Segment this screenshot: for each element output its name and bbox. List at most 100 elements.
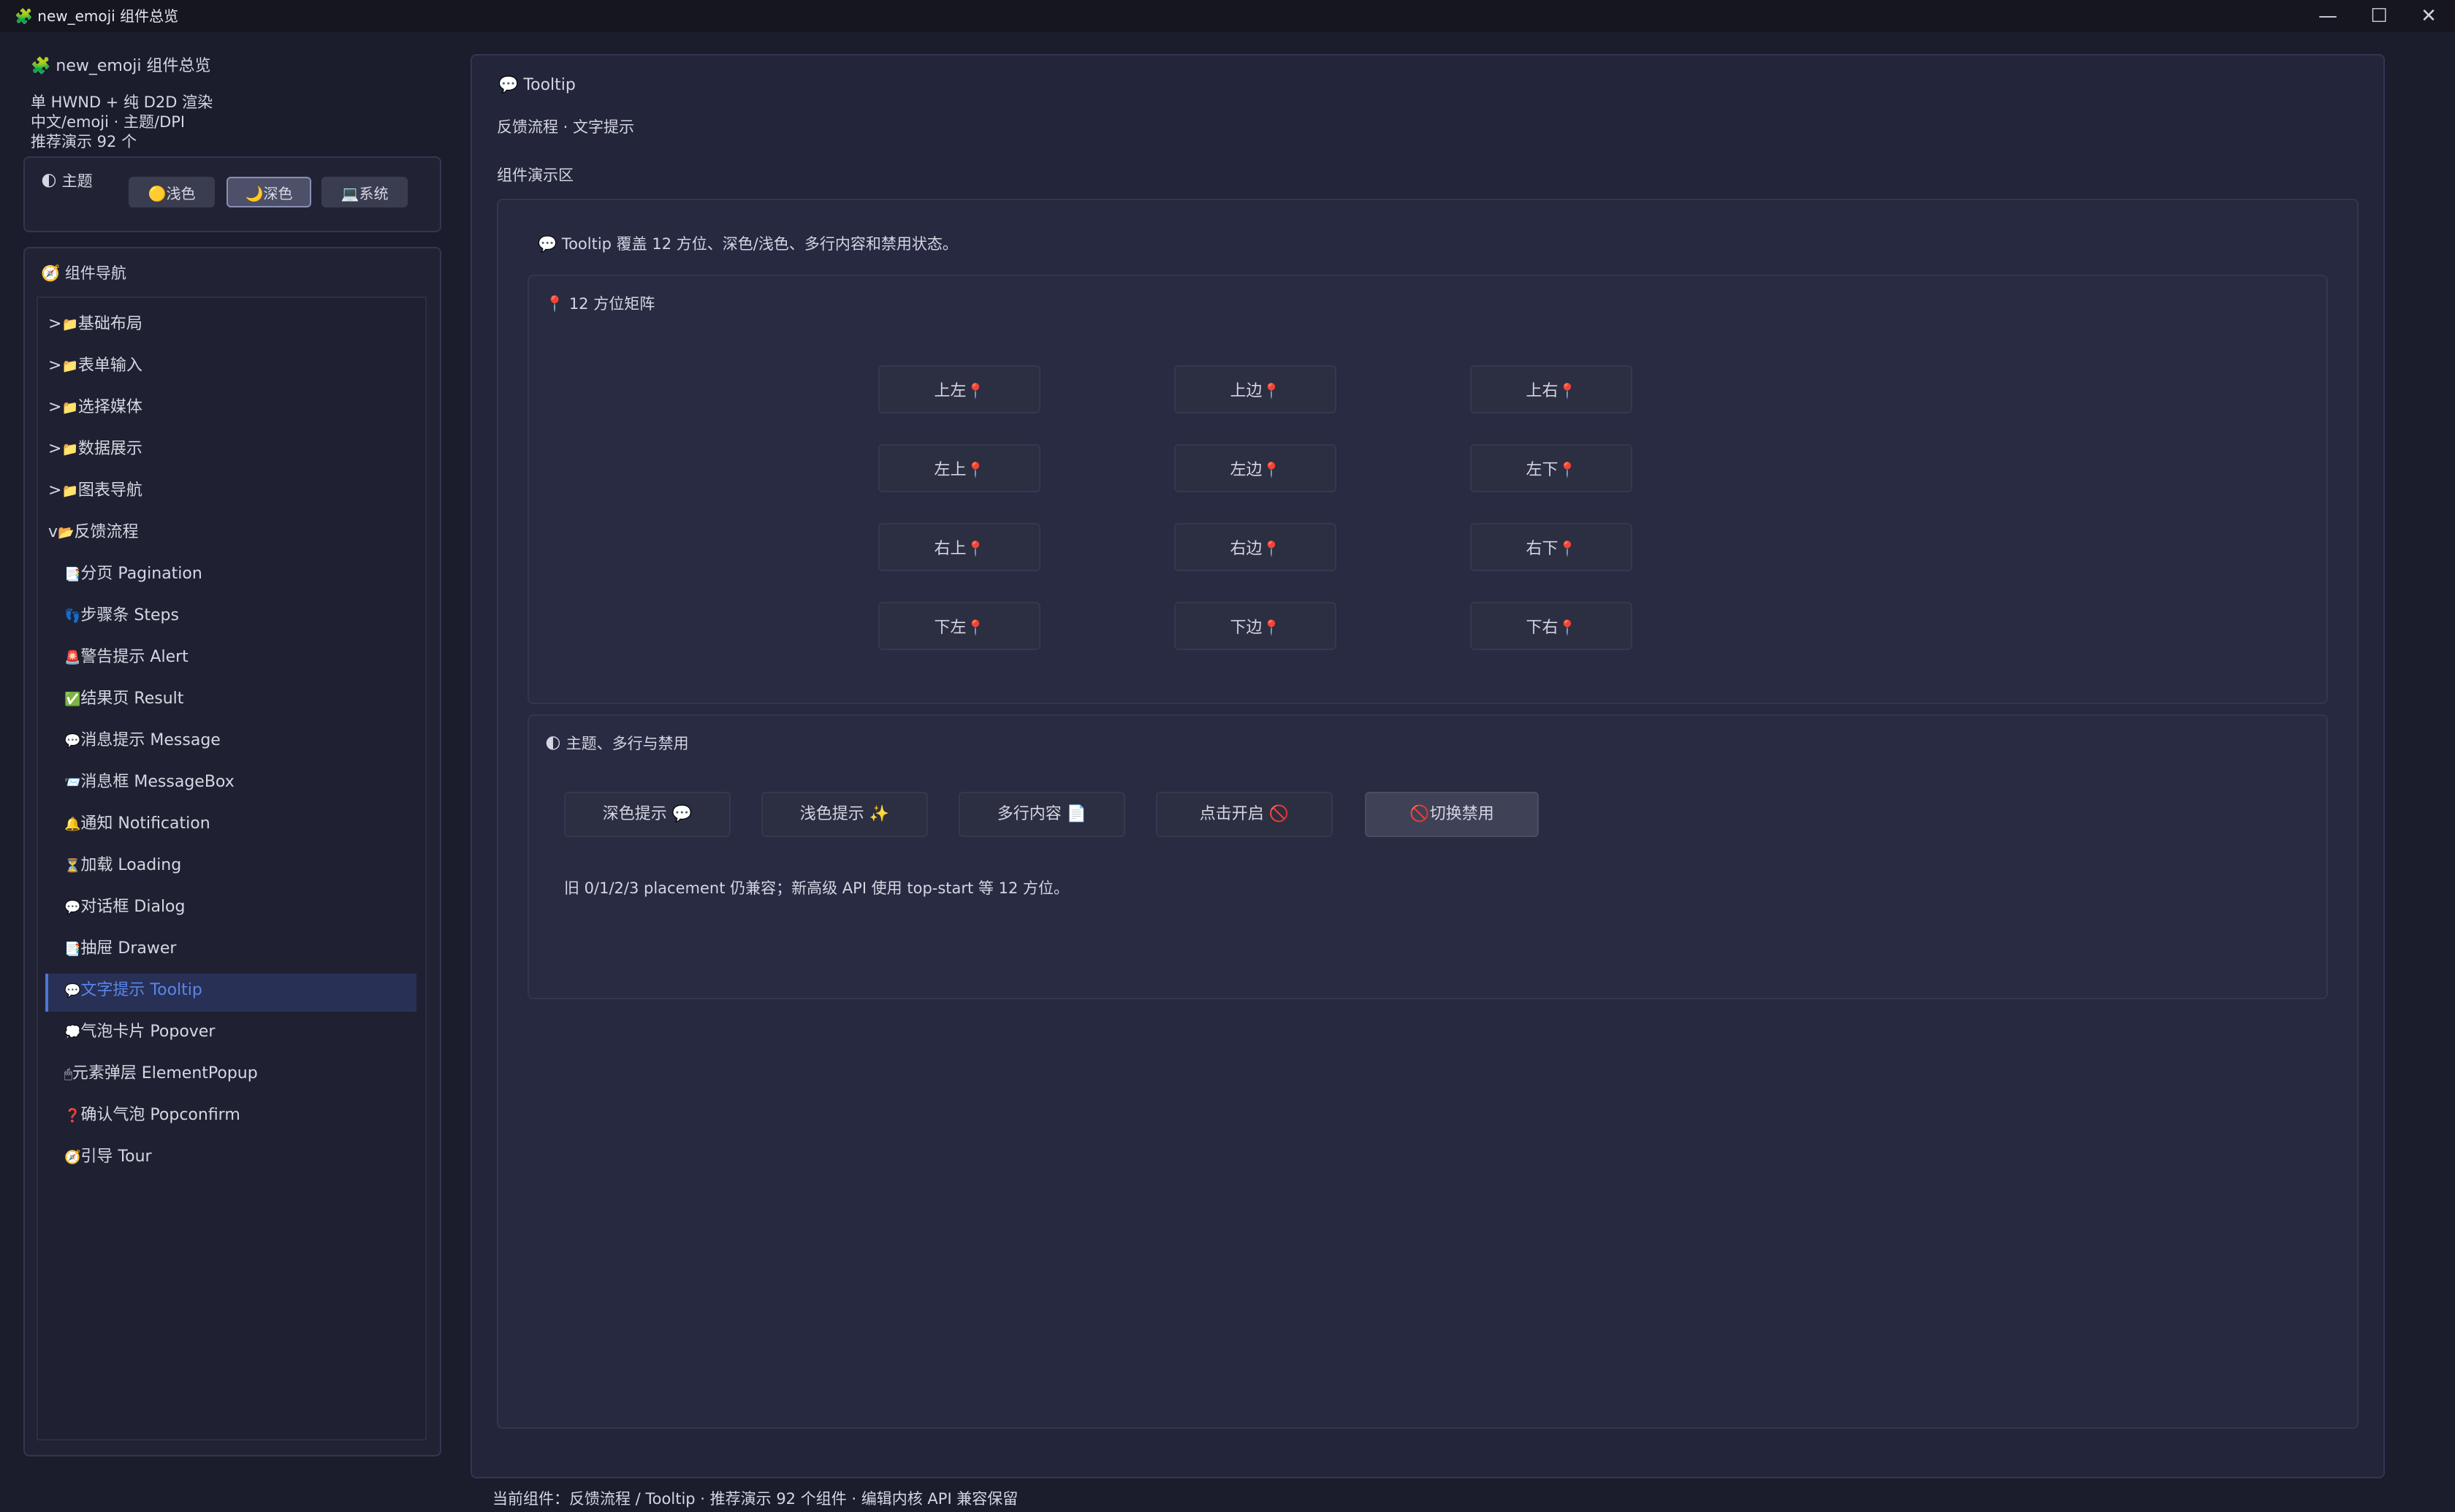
- nav-item-label: 消息提示 Message: [80, 731, 221, 749]
- nav-item-label: 引导 Tour: [80, 1148, 152, 1166]
- maximize-button[interactable]: ☐: [2354, 0, 2404, 32]
- nav-item-label: 确认气泡 Popconfirm: [80, 1106, 240, 1124]
- sidebar-item[interactable]: 📨消息框 MessageBox: [64, 764, 235, 801]
- sidebar-item[interactable]: ❓确认气泡 Popconfirm: [64, 1097, 240, 1134]
- sidebar-item[interactable]: 📑抽屉 Drawer: [64, 931, 176, 967]
- window-title-text: new_emoji 组件总览: [37, 7, 179, 25]
- speech-bubble-icon: 💬: [498, 76, 519, 94]
- placement-button[interactable]: 右边📍: [1174, 523, 1336, 571]
- collapsed-chevron-icon: >: [48, 481, 62, 500]
- placement-button[interactable]: 下右📍: [1470, 602, 1632, 650]
- compat-note: 旧 0/1/2/3 placement 仍兼容；新高级 API 使用 top-s…: [564, 879, 1070, 897]
- nav-group-label: 图表导航: [77, 481, 142, 500]
- placement-button[interactable]: 左边📍: [1174, 444, 1336, 492]
- nav-item-label: 通知 Notification: [80, 814, 210, 833]
- nav-group-item[interactable]: >📁数据展示: [48, 431, 142, 467]
- pin-icon: 📍: [1262, 461, 1281, 478]
- placement-button[interactable]: 右上📍: [878, 523, 1040, 571]
- placement-button[interactable]: 左下📍: [1470, 444, 1632, 492]
- sidebar-item[interactable]: 💬对话框 Dialog: [64, 889, 186, 925]
- sidebar-item[interactable]: 💬文字提示 Tooltip: [64, 972, 202, 1009]
- sidebar-item[interactable]: 📑分页 Pagination: [64, 556, 202, 592]
- collapsed-chevron-icon: >: [48, 315, 62, 333]
- folder-icon: 📁: [61, 484, 78, 499]
- nav-item-icon: ❓: [64, 1108, 81, 1123]
- placement-button[interactable]: 上右📍: [1470, 365, 1632, 413]
- folder-icon: 📁: [61, 317, 78, 332]
- placement-button[interactable]: 上边📍: [1174, 365, 1336, 413]
- multiline-button[interactable]: 多行内容 📄: [959, 792, 1125, 837]
- theme-dark-button[interactable]: 🌙深色: [227, 177, 311, 207]
- placement-button[interactable]: 左上📍: [878, 444, 1040, 492]
- nav-item-icon: 💬: [64, 983, 81, 999]
- laptop-icon: 💻: [340, 185, 359, 202]
- pin-icon: 📍: [1558, 461, 1577, 478]
- pin-icon: 📍: [966, 619, 985, 636]
- nav-item-label: 抽屉 Drawer: [80, 939, 177, 958]
- folder-icon: 📂: [58, 525, 75, 541]
- nav-group-item[interactable]: >📁基础布局: [48, 306, 142, 343]
- sidebar-item[interactable]: 🚨警告提示 Alert: [64, 639, 189, 676]
- nav-item-icon: 📑: [64, 942, 81, 957]
- nav-group-label: 反馈流程: [74, 523, 139, 541]
- info-line-2: 中文/emoji · 主题/DPI: [31, 113, 186, 131]
- placement-button[interactable]: 上左📍: [878, 365, 1040, 413]
- placement-button[interactable]: 右下📍: [1470, 523, 1632, 571]
- light-tooltip-button[interactable]: 浅色提示 ✨: [761, 792, 928, 837]
- nav-item-icon: 📑: [64, 567, 81, 582]
- page-title: 💬 Tooltip: [498, 76, 576, 94]
- nav-group-item[interactable]: >📁图表导航: [48, 473, 142, 509]
- dark-tooltip-button[interactable]: 深色提示 💬: [564, 792, 731, 837]
- pin-icon: 📍: [1558, 382, 1577, 400]
- placement-button[interactable]: 下边📍: [1174, 602, 1336, 650]
- nav-group-item[interactable]: v📂反馈流程: [48, 514, 138, 551]
- collapsed-chevron-icon: >: [48, 356, 62, 375]
- nav-item-icon: 📨: [64, 775, 81, 790]
- pin-icon: 📍: [966, 540, 985, 557]
- app-icon: 🧩: [15, 7, 33, 25]
- nav-group-item[interactable]: >📁选择媒体: [48, 389, 142, 426]
- sidebar-item[interactable]: ✅结果页 Result: [64, 681, 183, 717]
- sidebar-item[interactable]: 👣步骤条 Steps: [64, 597, 179, 634]
- sidebar-app-title: 🧩 new_emoji 组件总览: [31, 57, 211, 75]
- pin-icon: 📍: [1558, 619, 1577, 636]
- maximize-icon: ☐: [2370, 5, 2388, 27]
- nav-item-label: 步骤条 Steps: [80, 606, 179, 625]
- close-button[interactable]: ✕: [2404, 0, 2454, 32]
- sidebar-item[interactable]: 🖱元素弹层 ElementPopup: [64, 1055, 258, 1092]
- placement-label: 左下: [1526, 461, 1558, 479]
- nav-item-label: 元素弹层 ElementPopup: [72, 1064, 258, 1083]
- pin-icon: 📍: [966, 461, 985, 478]
- moon-icon: 🌙: [245, 185, 264, 202]
- placement-label: 右边: [1230, 540, 1263, 558]
- window-title: 🧩 new_emoji 组件总览: [15, 0, 178, 32]
- placement-label: 下左: [934, 619, 967, 637]
- theme-section-title: 🌓 主题、多行与禁用: [545, 735, 689, 752]
- nav-item-icon: 💬: [64, 733, 81, 749]
- nav-item-label: 气泡卡片 Popover: [80, 1023, 216, 1041]
- nav-item-label: 文字提示 Tooltip: [80, 981, 202, 999]
- nav-item-icon: ✅: [64, 692, 81, 707]
- placement-label: 右上: [934, 540, 967, 558]
- nav-item-icon: ⏳: [64, 858, 81, 874]
- sidebar-item[interactable]: 💬消息提示 Message: [64, 722, 221, 759]
- demo-area-label: 组件演示区: [497, 167, 574, 184]
- nav-group-item[interactable]: >📁表单输入: [48, 348, 142, 384]
- sidebar-item[interactable]: 💭气泡卡片 Popover: [64, 1014, 215, 1050]
- placement-label: 左边: [1230, 461, 1263, 479]
- nav-title: 🧭 组件导航: [41, 264, 126, 282]
- close-icon: ✕: [2421, 5, 2437, 27]
- click-open-button[interactable]: 点击开启 🚫: [1156, 792, 1333, 837]
- nav-item-label: 对话框 Dialog: [80, 898, 186, 916]
- folder-icon: 📁: [61, 442, 78, 457]
- theme-system-button[interactable]: 💻系统: [321, 177, 408, 207]
- minimize-button[interactable]: —: [2303, 0, 2353, 32]
- sidebar-item[interactable]: 🔔通知 Notification: [64, 806, 210, 842]
- toggle-disabled-button[interactable]: 🚫切换禁用: [1365, 792, 1539, 837]
- sidebar-item[interactable]: 🧭引导 Tour: [64, 1139, 152, 1175]
- puzzle-icon: 🧩: [31, 57, 51, 75]
- nav-item-label: 消息框 MessageBox: [80, 773, 235, 791]
- sidebar-item[interactable]: ⏳加载 Loading: [64, 847, 181, 884]
- placement-button[interactable]: 下左📍: [878, 602, 1040, 650]
- theme-light-button[interactable]: 🟡浅色: [129, 177, 215, 207]
